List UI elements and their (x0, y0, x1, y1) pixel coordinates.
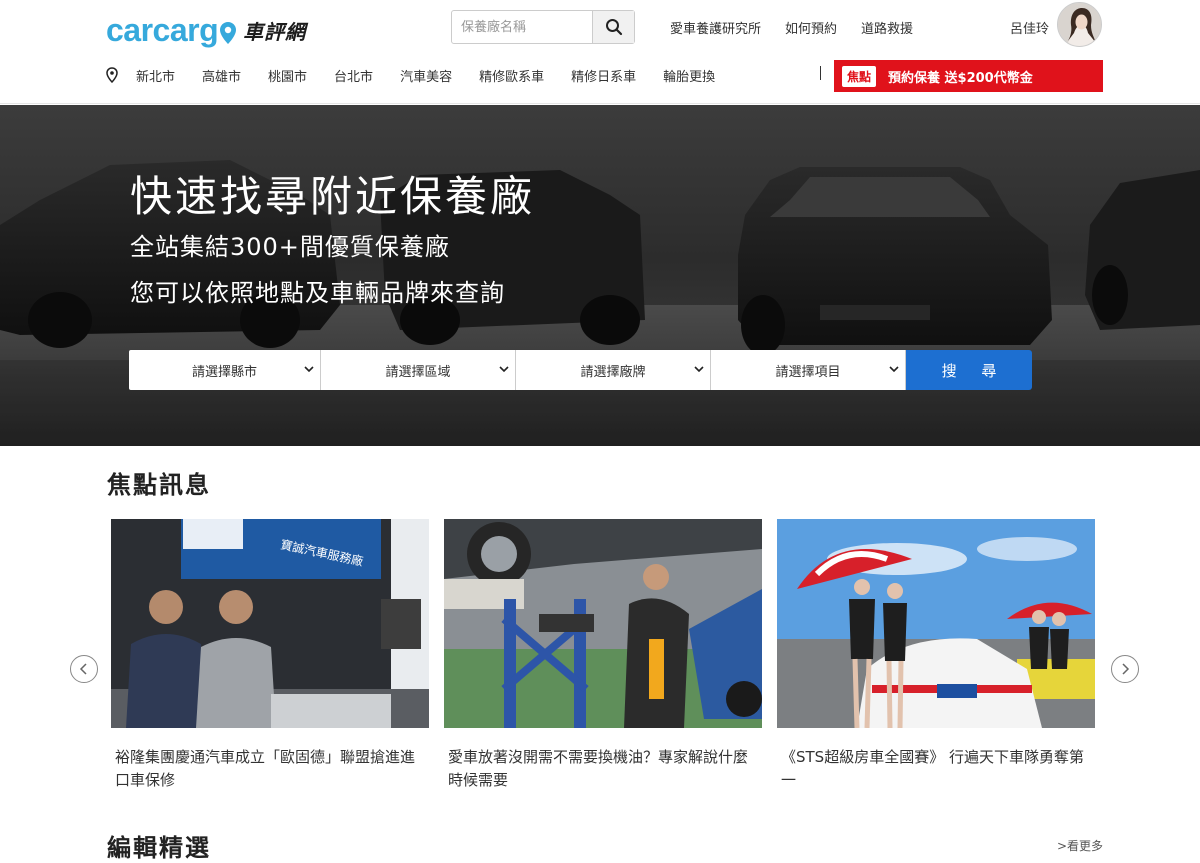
link-car-care-institute[interactable]: 愛車養護研究所 (670, 18, 761, 37)
subnav-japanese-cars[interactable]: 精修日系車 (571, 66, 636, 85)
chevron-left-icon (79, 663, 87, 675)
location-pin-icon (106, 67, 118, 83)
service-select-label: 請選擇項目 (775, 364, 841, 380)
hero-search-button[interactable]: 搜 尋 (906, 350, 1032, 390)
focus-news-carousel: 寶誠汽車服務廠 裕隆集團慶通汽車成立「歐固德」聯盟搶進進口車保修 愛車放著沒開需… (111, 519, 1095, 809)
news-card[interactable]: 寶誠汽車服務廠 裕隆集團慶通汽車成立「歐固德」聯盟搶進進口車保修 (111, 519, 429, 792)
subnav-kaohsiung[interactable]: 高雄市 (202, 66, 241, 85)
avatar-portrait-icon (1058, 3, 1101, 46)
news-card-caption[interactable]: 《STS超級房車全國賽》 行遍天下車隊勇奪第一 (777, 746, 1087, 792)
subnav-divider (820, 66, 821, 80)
news-card[interactable]: 《STS超級房車全國賽》 行遍天下車隊勇奪第一 (777, 519, 1095, 792)
garage-search-form: 請選擇縣市 請選擇區域 請選擇廠牌 請選擇項目 搜 尋 (129, 350, 1032, 390)
chevron-down-icon (889, 366, 899, 373)
promo-banner[interactable]: 焦點 預約保養 送$200代幣金 (834, 60, 1103, 92)
subnav-car-beauty[interactable]: 汽車美容 (400, 66, 452, 85)
top-header: carcarg 車評網 愛車養護研究所 如何預約 道路救援 呂佳玲 (0, 0, 1200, 104)
carousel-next-button[interactable] (1111, 655, 1139, 683)
district-select-label: 請選擇區域 (385, 364, 451, 380)
news-card-caption[interactable]: 愛車放著沒開需不需要換機油？專家解說什麼時候需要 (444, 746, 754, 792)
garage-owners-photo: 寶誠汽車服務廠 (111, 519, 429, 728)
news-card[interactable]: 愛車放著沒開需不需要換機油？專家解說什麼時候需要 (444, 519, 762, 792)
editor-picks-heading: 編輯精選 (107, 834, 211, 862)
logo-pin-icon (220, 22, 237, 44)
promo-tag: 焦點 (842, 65, 877, 87)
service-select[interactable]: 請選擇項目 (711, 350, 906, 390)
chevron-down-icon (694, 366, 704, 373)
logo-text-zh: 車評網 (243, 19, 307, 44)
user-name[interactable]: 呂佳玲 (1010, 18, 1049, 37)
subnav-taipei[interactable]: 台北市 (334, 66, 373, 85)
news-card-caption[interactable]: 裕隆集團慶通汽車成立「歐固德」聯盟搶進進口車保修 (111, 746, 421, 792)
city-select-label: 請選擇縣市 (191, 364, 257, 380)
carousel-prev-button[interactable] (70, 655, 98, 683)
promo-text: 預約保養 送$200代幣金 (888, 70, 1033, 86)
search-icon (605, 19, 622, 36)
chevron-down-icon (499, 366, 509, 373)
avatar[interactable] (1057, 2, 1102, 47)
chevron-down-icon (304, 366, 314, 373)
mechanic-under-car-photo (444, 519, 762, 728)
subnav-taoyuan[interactable]: 桃園市 (268, 66, 307, 85)
racing-event-photo (777, 519, 1095, 728)
see-more-link[interactable]: >看更多 (1057, 837, 1103, 854)
brand-select-label: 請選擇廠牌 (580, 364, 646, 380)
hero-title: 快速找尋附近保養廠 (130, 172, 536, 221)
link-how-to-book[interactable]: 如何預約 (785, 18, 837, 37)
city-category-nav: 新北市 高雄市 桃園市 台北市 汽車美容 精修歐系車 精修日系車 輪胎更換 (136, 62, 742, 88)
header-search-button[interactable] (592, 11, 634, 43)
top-links: 愛車養護研究所 如何預約 道路救援 (670, 18, 937, 37)
chevron-right-icon (1122, 663, 1130, 675)
news-card-image (777, 519, 1095, 728)
link-road-rescue[interactable]: 道路救援 (861, 18, 913, 37)
hero-subtitle-1: 全站集結300+間優質保養廠 (130, 233, 450, 261)
news-card-image: 寶誠汽車服務廠 (111, 519, 429, 728)
subnav-tire-change[interactable]: 輪胎更換 (663, 66, 715, 85)
site-logo[interactable]: carcarg 車評網 (106, 10, 306, 50)
district-select[interactable]: 請選擇區域 (321, 350, 516, 390)
news-card-image (444, 519, 762, 728)
hero-subtitle-2: 您可以依照地點及車輛品牌來查詢 (130, 279, 505, 307)
subnav-new-taipei[interactable]: 新北市 (136, 66, 175, 85)
city-select[interactable]: 請選擇縣市 (129, 350, 321, 390)
header-search (451, 10, 635, 44)
subnav-european-cars[interactable]: 精修歐系車 (479, 66, 544, 85)
focus-news-heading: 焦點訊息 (107, 471, 211, 499)
garage-name-search-input[interactable] (452, 11, 592, 43)
logo-text-en: carcarg (106, 11, 219, 48)
brand-select[interactable]: 請選擇廠牌 (516, 350, 711, 390)
hero-banner: 快速找尋附近保養廠 全站集結300+間優質保養廠 您可以依照地點及車輛品牌來查詢… (0, 105, 1200, 446)
